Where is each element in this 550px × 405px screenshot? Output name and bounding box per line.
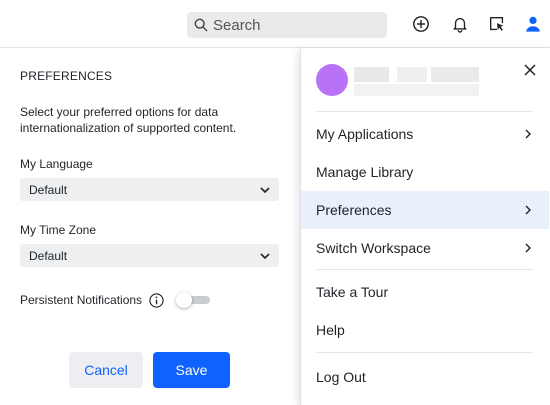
preferences-description: Select your preferred options for data i… — [20, 105, 237, 135]
info-icon[interactable] — [149, 292, 164, 308]
divider — [316, 111, 533, 112]
menu-item-preferences[interactable]: Preferences — [301, 191, 549, 229]
cancel-button[interactable]: Cancel — [69, 352, 143, 388]
menu-item-take-a-tour[interactable]: Take a Tour — [301, 273, 549, 311]
timezone-select[interactable]: Default — [20, 244, 279, 267]
chevron-down-icon — [260, 252, 270, 259]
menu-item-label: Take a Tour — [316, 284, 389, 300]
menu-item-log-out[interactable]: Log Out — [301, 358, 549, 396]
timezone-select-value: Default — [29, 248, 68, 263]
menu-item-label: Help — [316, 322, 345, 338]
chevron-right-icon — [525, 243, 531, 253]
search-box[interactable] — [187, 12, 387, 38]
divider — [316, 269, 533, 270]
close-icon[interactable] — [523, 63, 537, 77]
menu-item-label: Switch Workspace — [316, 240, 431, 256]
user-menu: My Applications Manage Library Preferenc… — [300, 48, 550, 405]
divider — [316, 352, 533, 353]
menu-item-label: Manage Library — [316, 164, 414, 180]
redacted-user-name — [431, 67, 479, 82]
language-select[interactable]: Default — [20, 178, 279, 201]
menu-item-label: My Applications — [316, 126, 414, 142]
persistent-notifications-label: Persistent Notifications — [20, 293, 143, 307]
redacted-user-email — [354, 84, 479, 96]
chevron-down-icon — [260, 186, 270, 193]
persistent-notifications-toggle[interactable] — [176, 292, 211, 308]
menu-item-switch-workspace[interactable]: Switch Workspace — [301, 229, 549, 267]
menu-item-label: Preferences — [316, 202, 392, 218]
top-bar — [0, 0, 550, 48]
menu-item-label: Log Out — [316, 369, 366, 385]
preferences-panel: PREFERENCES Select your preferred option… — [0, 48, 300, 405]
language-select-value: Default — [29, 182, 68, 197]
menu-item-my-applications[interactable]: My Applications — [301, 115, 549, 153]
menu-item-help[interactable]: Help — [301, 311, 549, 349]
chevron-right-icon — [525, 205, 531, 215]
redacted-user-name — [397, 67, 427, 82]
menu-item-manage-library[interactable]: Manage Library — [301, 153, 549, 191]
preferences-title: PREFERENCES — [20, 69, 113, 83]
launch-screen-icon[interactable] — [488, 15, 506, 33]
search-icon — [194, 18, 208, 32]
user-profile-icon[interactable] — [524, 15, 542, 33]
avatar — [316, 64, 348, 96]
persistent-notifications-row: Persistent Notifications — [20, 292, 211, 308]
chevron-right-icon — [525, 129, 531, 139]
search-input[interactable] — [213, 16, 383, 34]
notification-bell-icon[interactable] — [451, 15, 469, 33]
language-label: My Language — [20, 157, 93, 171]
add-circle-icon[interactable] — [412, 15, 430, 33]
save-button[interactable]: Save — [153, 352, 230, 388]
redacted-user-name — [354, 67, 389, 82]
timezone-label: My Time Zone — [20, 223, 97, 237]
